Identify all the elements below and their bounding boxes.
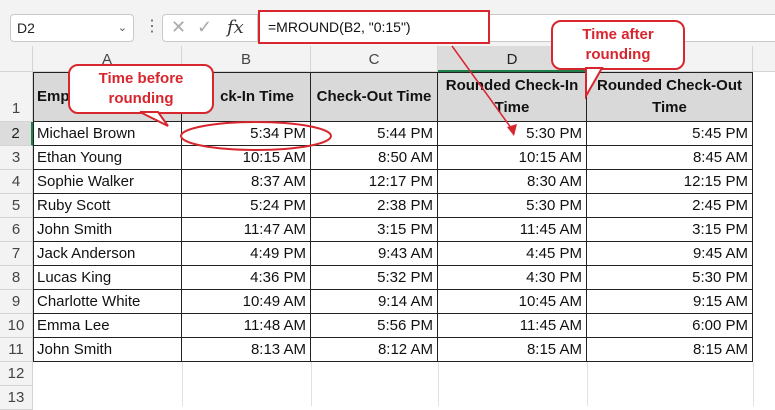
row-header-13[interactable]: 13 xyxy=(0,386,33,410)
cell-check-out[interactable]: 5:32 PM xyxy=(311,266,438,290)
cell-rounded-out[interactable]: 6:00 PM xyxy=(587,314,753,338)
cell-name[interactable]: Emma Lee xyxy=(33,314,182,338)
cell-name[interactable]: John Smith xyxy=(33,218,182,242)
cell-rounded-out[interactable]: 12:15 PM xyxy=(587,170,753,194)
cell-name[interactable]: Jack Anderson xyxy=(33,242,182,266)
cell-check-out[interactable]: 12:17 PM xyxy=(311,170,438,194)
gridline xyxy=(438,362,439,406)
cell-check-out[interactable]: 9:43 AM xyxy=(311,242,438,266)
cell-check-in[interactable]: 10:49 AM xyxy=(182,290,311,314)
name-box-value: D2 xyxy=(17,20,35,36)
cell-check-out[interactable]: 8:12 AM xyxy=(311,338,438,362)
cell-rounded-in[interactable]: 8:30 AM xyxy=(438,170,587,194)
cell-rounded-out[interactable]: 9:15 AM xyxy=(587,290,753,314)
cell-check-in[interactable]: 4:49 PM xyxy=(182,242,311,266)
gridline xyxy=(587,362,588,406)
cell-name[interactable]: Lucas King xyxy=(33,266,182,290)
header-rounded-check-in-line1: Rounded Check-In xyxy=(445,76,579,94)
column-header-f[interactable] xyxy=(753,46,775,72)
cell-name[interactable]: Sophie Walker xyxy=(33,170,182,194)
row-header-7[interactable]: 7 xyxy=(0,242,33,266)
cell-check-out[interactable]: 8:50 AM xyxy=(311,146,438,170)
select-all-corner[interactable] xyxy=(0,46,33,72)
row-header-5[interactable]: 5 xyxy=(0,194,33,218)
row-header-3[interactable]: 3 xyxy=(0,146,33,170)
header-rounded-check-out: Rounded Check-Out Time xyxy=(587,72,753,122)
row-header-1[interactable]: 1 xyxy=(0,72,33,122)
formula-buttons: ✕ ✓ fx xyxy=(162,14,258,42)
name-box[interactable]: D2 ⌄ xyxy=(10,14,134,42)
cell-name[interactable]: John Smith xyxy=(33,338,182,362)
row-header-4[interactable]: 4 xyxy=(0,170,33,194)
cell-name[interactable]: Ruby Scott xyxy=(33,194,182,218)
cell-rounded-in[interactable]: 8:15 AM xyxy=(438,338,587,362)
cell-name[interactable]: Ethan Young xyxy=(33,146,182,170)
cell-rounded-out[interactable]: 9:45 AM xyxy=(587,242,753,266)
cell-rounded-in[interactable]: 11:45 AM xyxy=(438,218,587,242)
cell-check-out[interactable]: 5:44 PM xyxy=(311,122,438,146)
row-header-8[interactable]: 8 xyxy=(0,266,33,290)
cell-rounded-out[interactable]: 5:45 PM xyxy=(587,122,753,146)
cell-name[interactable]: Michael Brown xyxy=(33,122,182,146)
cell-rounded-out[interactable]: 2:45 PM xyxy=(587,194,753,218)
cell-rounded-out[interactable]: 3:15 PM xyxy=(587,218,753,242)
chevron-down-icon[interactable]: ⌄ xyxy=(118,15,127,41)
more-options-icon[interactable]: ⋮ xyxy=(144,16,160,36)
cell-name[interactable]: Charlotte White xyxy=(33,290,182,314)
row-header-12[interactable]: 12 xyxy=(0,362,33,386)
cell-check-out[interactable]: 3:15 PM xyxy=(311,218,438,242)
insert-function-icon[interactable]: fx xyxy=(227,17,244,38)
gridline xyxy=(753,362,754,406)
cell-check-out[interactable]: 2:38 PM xyxy=(311,194,438,218)
cancel-icon[interactable]: ✕ xyxy=(171,17,186,38)
cell-check-in[interactable]: 8:13 AM xyxy=(182,338,311,362)
row-header-11[interactable]: 11 xyxy=(0,338,33,362)
cell-rounded-out[interactable]: 8:45 AM xyxy=(587,146,753,170)
gridline xyxy=(182,362,183,406)
header-rounded-check-in-line2: Time xyxy=(494,98,530,116)
callout-time-after-rounding: Time after rounding xyxy=(551,20,685,70)
callout-time-before-rounding: Time before rounding xyxy=(68,64,214,114)
row-header-6[interactable]: 6 xyxy=(0,218,33,242)
gridline xyxy=(311,362,312,406)
header-rounded-check-out-line1: Rounded Check-Out xyxy=(597,76,742,94)
cell-check-in[interactable]: 4:36 PM xyxy=(182,266,311,290)
cell-rounded-in[interactable]: 10:15 AM xyxy=(438,146,587,170)
column-header-c[interactable]: C xyxy=(311,46,438,72)
cell-rounded-out[interactable]: 8:15 AM xyxy=(587,338,753,362)
header-check-out: Check-Out Time xyxy=(311,72,438,122)
cell-check-in[interactable]: 11:48 AM xyxy=(182,314,311,338)
cell-check-in[interactable]: 11:47 AM xyxy=(182,218,311,242)
cell-check-in[interactable]: 10:15 AM xyxy=(182,146,311,170)
cell-rounded-out[interactable]: 5:30 PM xyxy=(587,266,753,290)
cell-rounded-in[interactable]: 10:45 AM xyxy=(438,290,587,314)
header-rounded-check-out-line2: Time xyxy=(652,98,687,116)
row-header-9[interactable]: 9 xyxy=(0,290,33,314)
cell-rounded-in[interactable]: 5:30 PM xyxy=(438,122,587,146)
cell-rounded-in[interactable]: 4:45 PM xyxy=(438,242,587,266)
cell-rounded-in[interactable]: 11:45 AM xyxy=(438,314,587,338)
row-header-10[interactable]: 10 xyxy=(0,314,33,338)
check-icon[interactable]: ✓ xyxy=(197,17,212,38)
cell-check-in[interactable]: 8:37 AM xyxy=(182,170,311,194)
cell-check-out[interactable]: 5:56 PM xyxy=(311,314,438,338)
cell-check-out[interactable]: 9:14 AM xyxy=(311,290,438,314)
cell-check-in[interactable]: 5:24 PM xyxy=(182,194,311,218)
cell-rounded-in[interactable]: 4:30 PM xyxy=(438,266,587,290)
cell-rounded-in[interactable]: 5:30 PM xyxy=(438,194,587,218)
cell-check-in[interactable]: 5:34 PM xyxy=(182,122,311,146)
header-rounded-check-in: Rounded Check-In Time xyxy=(438,72,587,122)
row-header-2[interactable]: 2 xyxy=(0,122,33,146)
formula-input[interactable]: =MROUND(B2, "0:15") xyxy=(258,10,490,44)
